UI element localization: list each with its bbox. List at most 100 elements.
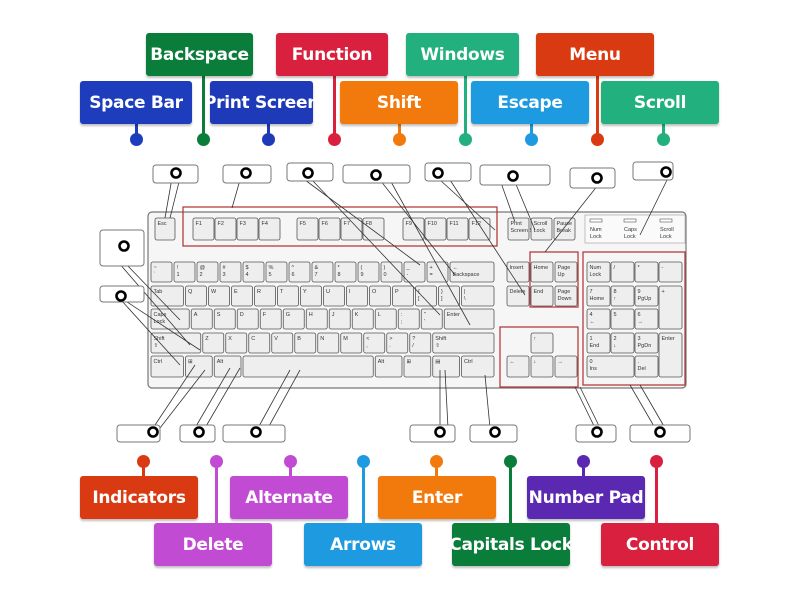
hotspot-marker[interactable] [250, 426, 262, 438]
hotspot-marker[interactable] [489, 426, 501, 438]
key-label: V [274, 336, 278, 342]
drop-zone[interactable] [409, 424, 456, 443]
label-tile[interactable]: Alternate [230, 476, 348, 519]
label-tile[interactable]: Scroll [601, 81, 719, 124]
key: (9 [357, 261, 380, 283]
key-label: Ctrl [464, 359, 473, 365]
key: $4 [242, 261, 265, 283]
key-label: F6 [322, 221, 328, 227]
key: / [610, 261, 635, 283]
key-label: 1 [177, 272, 180, 278]
label-pin-icon [504, 455, 517, 468]
key-label: M [343, 336, 348, 342]
label-tile[interactable]: Delete [154, 523, 272, 566]
key-label: 3 [638, 336, 641, 342]
label-pin-icon [137, 455, 150, 468]
key-label: Backspace [453, 272, 480, 278]
label-tile[interactable]: Number Pad [527, 476, 645, 519]
key: F11 [446, 217, 469, 241]
key: P [392, 285, 414, 307]
hotspot-marker[interactable] [370, 169, 382, 181]
label-tile[interactable]: Escape [471, 81, 589, 124]
label-tile[interactable]: Backspace [146, 33, 253, 76]
hotspot-marker[interactable] [170, 167, 182, 179]
key: &7 [311, 261, 334, 283]
label-tile[interactable]: Space Bar [80, 81, 192, 124]
hotspot-marker[interactable] [660, 166, 672, 178]
key-label: Insert [510, 265, 524, 271]
key-label: = [430, 272, 433, 278]
key: @2 [196, 261, 219, 283]
label-pin-icon [357, 455, 370, 468]
key: O [369, 285, 391, 307]
indicator-label: Lock [590, 234, 602, 240]
indicator-light [659, 218, 673, 223]
hotspot-marker[interactable] [115, 290, 127, 302]
key: ↑ [530, 332, 554, 354]
key-label: Enter [662, 336, 675, 342]
key: Ctrl [461, 355, 495, 378]
key: W [208, 285, 230, 307]
hotspot-marker[interactable] [118, 240, 130, 252]
label-tile[interactable]: Function [276, 33, 388, 76]
hotspot-marker[interactable] [302, 167, 314, 179]
label-tile[interactable]: Windows [406, 33, 519, 76]
key-label: 6 [292, 272, 295, 278]
label-pin-icon [657, 133, 670, 146]
key-label: 2 [614, 336, 617, 342]
hotspot-marker[interactable] [240, 167, 252, 179]
key-label: Shift [154, 336, 165, 342]
label-tile[interactable]: Print Screen [204, 81, 319, 124]
key-label: F7 [344, 221, 350, 227]
key-label: Home [590, 296, 605, 302]
key-label: @ [200, 265, 206, 271]
key: F4 [258, 217, 281, 241]
drop-zone[interactable] [424, 162, 472, 182]
key-label: } [441, 289, 443, 295]
key-label: ? [412, 336, 415, 342]
label-tile[interactable]: Control [601, 523, 719, 566]
key: Shift⇧ [150, 332, 202, 354]
hotspot-marker[interactable] [432, 167, 444, 179]
key-label: Ctrl [154, 359, 163, 365]
leader-line [629, 384, 656, 429]
indicator-light [589, 218, 603, 223]
key: V [271, 332, 294, 354]
hotspot-marker[interactable] [591, 172, 603, 184]
hotspot-marker[interactable] [591, 426, 603, 438]
label-tile[interactable]: Shift [340, 81, 458, 124]
key: Enter [443, 308, 495, 330]
key-label: Shift [435, 336, 446, 342]
label-tile[interactable]: Enter [378, 476, 496, 519]
key-label: W [211, 289, 217, 295]
key: <, [363, 332, 386, 354]
key-label: % [269, 265, 274, 271]
key: Ctrl [150, 355, 184, 378]
key-label: F8 [366, 221, 372, 227]
key-label: Enter [447, 312, 460, 318]
hotspot-marker[interactable] [193, 426, 205, 438]
label-tile[interactable]: Arrows [304, 523, 422, 566]
label-tile[interactable]: Menu [536, 33, 654, 76]
key: - [658, 261, 683, 283]
key: I [346, 285, 368, 307]
indicator-label: Caps [624, 227, 637, 233]
label-tile[interactable]: Capitals Lock [449, 523, 573, 566]
key-label: Break [557, 228, 572, 234]
hotspot-marker[interactable] [654, 426, 666, 438]
key: >. [386, 332, 409, 354]
key-label: Lock [534, 228, 546, 234]
key-label: ← [510, 359, 516, 365]
key: ↓ [530, 355, 554, 378]
key: B [294, 332, 317, 354]
key-label: → [558, 359, 564, 365]
indicator-label: Scroll [660, 227, 674, 233]
hotspot-marker[interactable] [147, 426, 159, 438]
key-label: 4 [246, 272, 249, 278]
hotspot-marker[interactable] [507, 170, 519, 182]
key-label: Alt [378, 359, 385, 365]
key: Alt [374, 355, 403, 378]
key: ← [506, 355, 530, 378]
hotspot-marker[interactable] [434, 426, 446, 438]
label-tile[interactable]: Indicators [80, 476, 198, 519]
